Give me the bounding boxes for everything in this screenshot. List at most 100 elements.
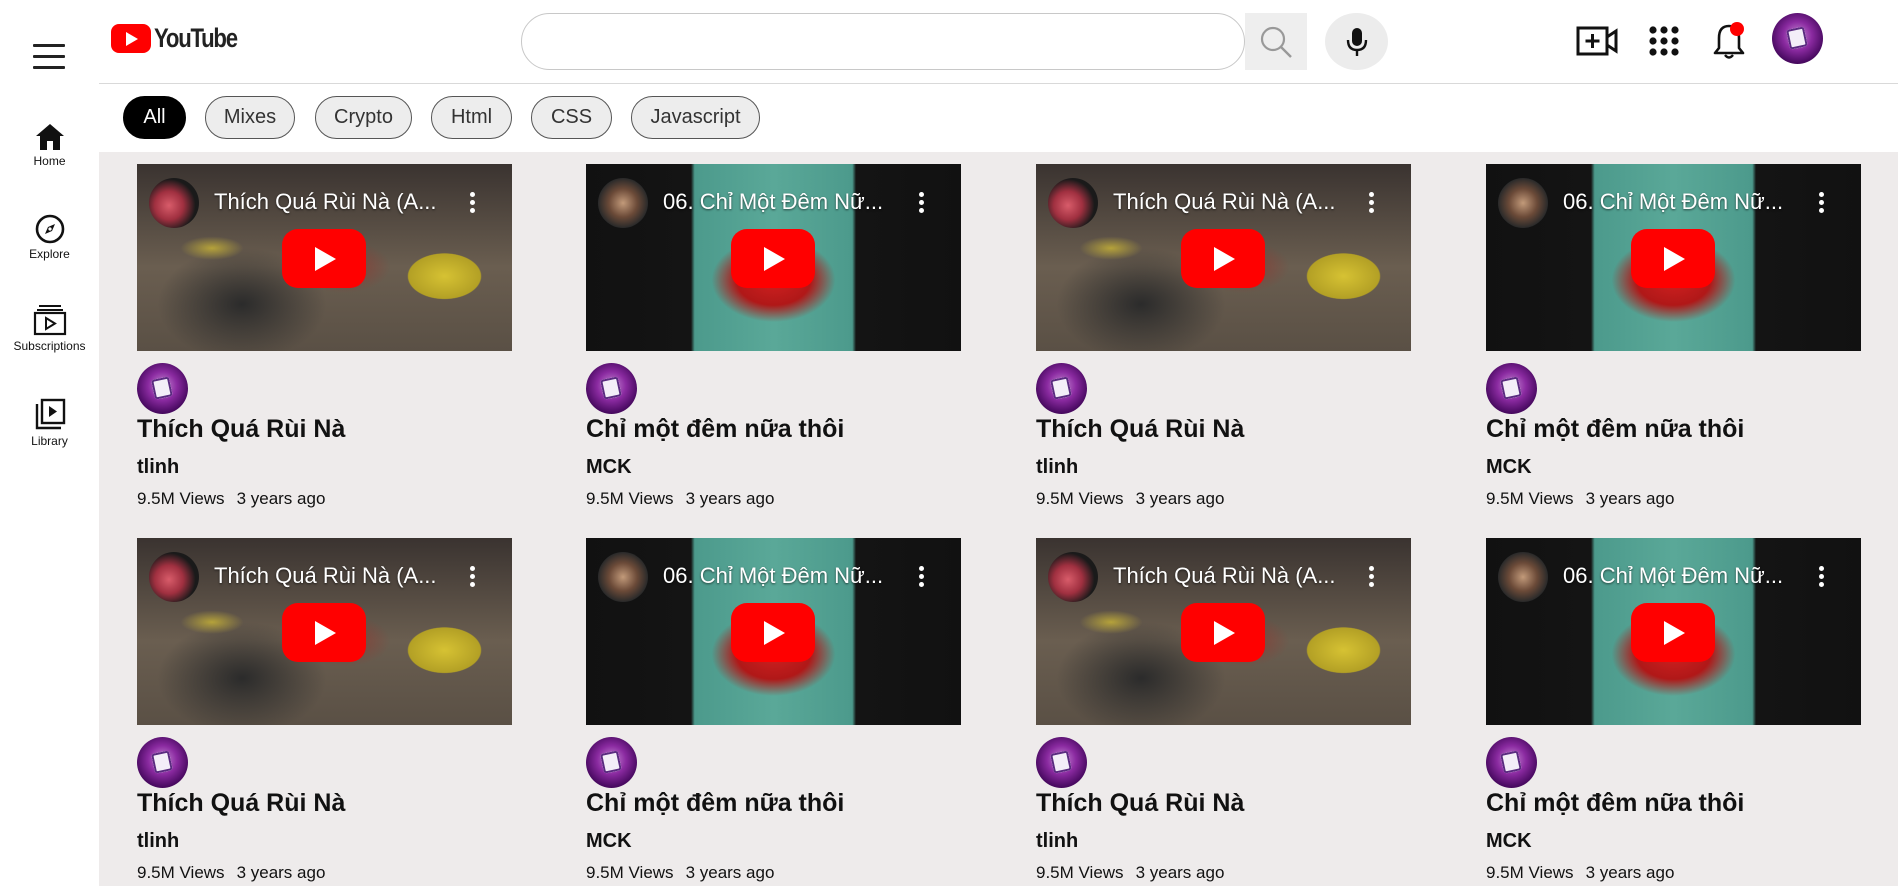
video-meta: 9.5M Views 3 years ago	[1486, 863, 1674, 883]
more-options-icon[interactable]	[1819, 566, 1825, 588]
create-video-icon	[1576, 26, 1618, 56]
channel-name[interactable]: MCK	[1486, 456, 1532, 479]
upload-age: 3 years ago	[1585, 863, 1675, 882]
sidebar-item-subscriptions[interactable]: Subscriptions	[0, 303, 99, 353]
channel-avatar[interactable]	[137, 363, 188, 414]
video-title[interactable]: Chỉ một đêm nữa thôi	[1486, 789, 1744, 818]
play-button[interactable]	[282, 603, 366, 662]
play-button[interactable]	[1181, 603, 1265, 662]
play-button[interactable]	[1631, 603, 1715, 662]
view-count: 9.5M Views	[1036, 489, 1124, 508]
more-options-icon[interactable]	[1369, 192, 1375, 214]
play-button[interactable]	[1631, 229, 1715, 288]
video-title[interactable]: Chỉ một đêm nữa thôi	[1486, 415, 1744, 444]
chip-crypto[interactable]: Crypto	[315, 96, 412, 139]
video-thumbnail[interactable]: Thích Quá Rùi Nà (A...	[137, 164, 512, 351]
search-icon	[1260, 26, 1292, 58]
view-count: 9.5M Views	[137, 489, 225, 508]
thumbnail-title: Thích Quá Rùi Nà (A...	[1113, 189, 1336, 214]
channel-name[interactable]: tlinh	[1036, 456, 1078, 479]
channel-avatar[interactable]	[1486, 737, 1537, 788]
video-title[interactable]: Thích Quá Rùi Nà	[1036, 789, 1244, 818]
topbar: YouTube	[99, 0, 1898, 84]
chip-html[interactable]: Html	[431, 96, 512, 139]
video-thumbnail[interactable]: Thích Quá Rùi Nà (A...	[137, 538, 512, 725]
more-options-icon[interactable]	[1819, 192, 1825, 214]
play-button[interactable]	[282, 229, 366, 288]
channel-avatar[interactable]	[586, 363, 637, 414]
chip-javascript[interactable]: Javascript	[631, 96, 760, 139]
video-thumbnail[interactable]: 06. Chỉ Một Đêm Nữ...	[1486, 538, 1861, 725]
video-title[interactable]: Thích Quá Rùi Nà	[1036, 415, 1244, 444]
more-options-icon[interactable]	[919, 566, 925, 588]
view-count: 9.5M Views	[1486, 489, 1574, 508]
channel-avatar[interactable]	[1036, 363, 1087, 414]
channel-name[interactable]: tlinh	[137, 456, 179, 479]
microphone-icon	[1346, 27, 1367, 56]
video-title[interactable]: Thích Quá Rùi Nà	[137, 789, 345, 818]
more-options-icon[interactable]	[919, 192, 925, 214]
video-thumbnail[interactable]: 06. Chỉ Một Đêm Nữ...	[586, 164, 961, 351]
channel-avatar[interactable]	[586, 737, 637, 788]
logo-text: YouTube	[154, 22, 238, 53]
youtube-logo[interactable]: YouTube	[111, 22, 255, 54]
chip-css[interactable]: CSS	[531, 96, 612, 139]
channel-avatar[interactable]	[1486, 363, 1537, 414]
play-button[interactable]	[731, 603, 815, 662]
search-input[interactable]	[521, 13, 1245, 70]
search-button[interactable]	[1245, 13, 1307, 70]
notifications-button[interactable]	[1706, 18, 1752, 64]
play-button[interactable]	[731, 229, 815, 288]
video-meta: 9.5M Views 3 years ago	[1036, 489, 1224, 509]
channel-avatar[interactable]	[137, 737, 188, 788]
video-card: Thích Quá Rùi Nà (A... Thích Quá Rùi Nà …	[137, 164, 512, 508]
channel-name[interactable]: MCK	[1486, 830, 1532, 853]
channel-name[interactable]: MCK	[586, 456, 632, 479]
apps-button[interactable]	[1641, 18, 1687, 64]
more-options-icon[interactable]	[470, 566, 476, 588]
channel-avatar[interactable]	[1036, 737, 1087, 788]
video-title[interactable]: Chỉ một đêm nữa thôi	[586, 415, 844, 444]
thumbnail-title: 06. Chỉ Một Đêm Nữ...	[1563, 189, 1784, 214]
channel-name[interactable]: tlinh	[137, 830, 179, 853]
sidebar-item-home[interactable]: Home	[0, 122, 99, 168]
video-card: 06. Chỉ Một Đêm Nữ... Chỉ một đêm nữa th…	[586, 538, 961, 882]
channel-avatar-thumb	[598, 178, 648, 228]
video-card: 06. Chỉ Một Đêm Nữ... Chỉ một đêm nữa th…	[1486, 538, 1861, 882]
chip-mixes[interactable]: Mixes	[205, 96, 295, 139]
compass-icon	[35, 214, 64, 244]
channel-avatar-thumb	[598, 552, 648, 602]
upload-age: 3 years ago	[1135, 863, 1225, 882]
video-title[interactable]: Thích Quá Rùi Nà	[137, 415, 345, 444]
sidebar-item-label: Home	[33, 154, 66, 168]
thumbnail-title: 06. Chỉ Một Đêm Nữ...	[663, 563, 884, 588]
video-card: 06. Chỉ Một Đêm Nữ... Chỉ một đêm nữa th…	[586, 164, 961, 508]
video-meta: 9.5M Views 3 years ago	[137, 489, 325, 509]
create-video-button[interactable]	[1574, 18, 1620, 64]
sidebar-item-library[interactable]: Library	[0, 398, 99, 448]
video-thumbnail[interactable]: Thích Quá Rùi Nà (A...	[1036, 538, 1411, 725]
avatar[interactable]	[1772, 13, 1823, 64]
channel-avatar-thumb	[1048, 552, 1098, 602]
channel-avatar-thumb	[1048, 178, 1098, 228]
video-title[interactable]: Chỉ một đêm nữa thôi	[586, 789, 844, 818]
sidebar-item-label: Explore	[29, 247, 70, 261]
menu-icon[interactable]	[33, 44, 65, 70]
sidebar-item-explore[interactable]: Explore	[0, 213, 99, 261]
voice-search-button[interactable]	[1325, 13, 1388, 70]
chip-all[interactable]: All	[123, 96, 186, 139]
sidebar-item-label: Subscriptions	[13, 339, 86, 353]
upload-age: 3 years ago	[685, 863, 775, 882]
view-count: 9.5M Views	[586, 489, 674, 508]
video-thumbnail[interactable]: 06. Chỉ Một Đêm Nữ...	[586, 538, 961, 725]
channel-name[interactable]: tlinh	[1036, 830, 1078, 853]
video-grid: Thích Quá Rùi Nà (A... Thích Quá Rùi Nà …	[99, 152, 1898, 886]
thumbnail-title: 06. Chỉ Một Đêm Nữ...	[663, 189, 884, 214]
play-button[interactable]	[1181, 229, 1265, 288]
channel-name[interactable]: MCK	[586, 830, 632, 853]
video-thumbnail[interactable]: Thích Quá Rùi Nà (A...	[1036, 164, 1411, 351]
video-thumbnail[interactable]: 06. Chỉ Một Đêm Nữ...	[1486, 164, 1861, 351]
more-options-icon[interactable]	[1369, 566, 1375, 588]
more-options-icon[interactable]	[470, 192, 476, 214]
channel-avatar-thumb	[149, 552, 199, 602]
